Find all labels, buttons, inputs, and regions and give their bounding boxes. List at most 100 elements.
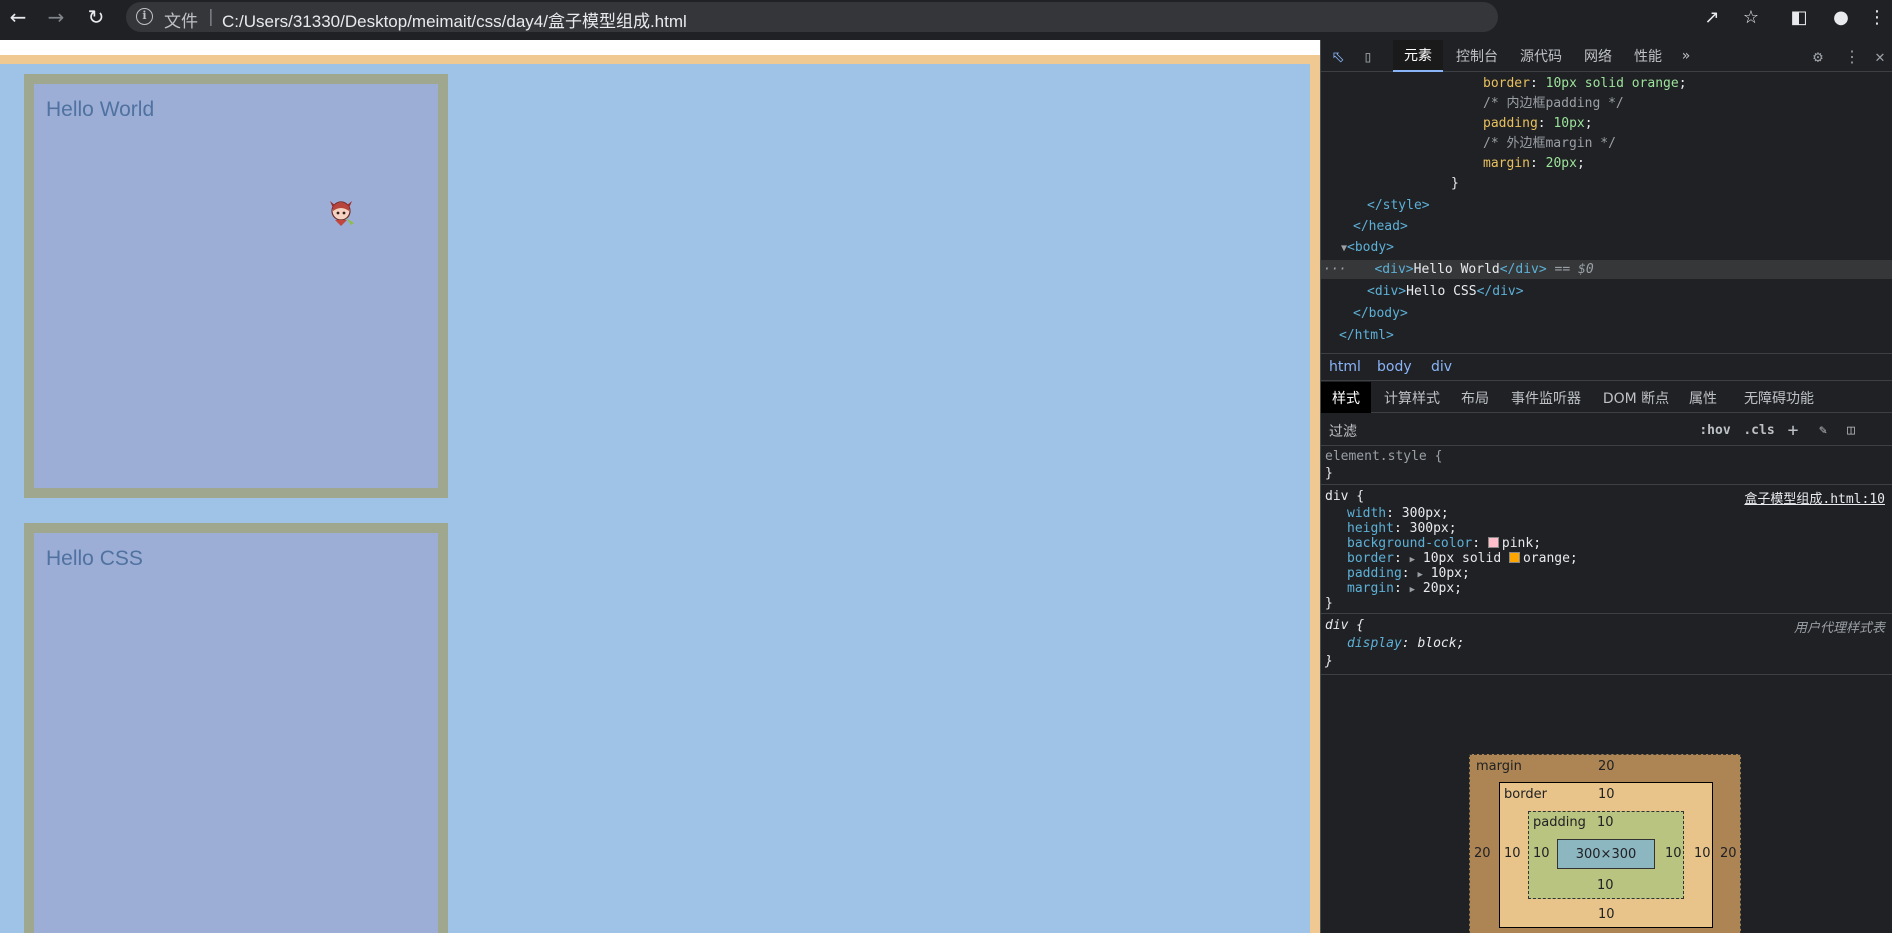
address-bar[interactable]: i 文件 | C:/Users/31330/Desktop/meimait/cs…	[126, 2, 1498, 32]
content-size[interactable]: 300×300	[1576, 847, 1637, 862]
menu-kebab-icon[interactable]: ⋮	[1862, 0, 1892, 34]
pink-swatch-icon[interactable]	[1487, 537, 1499, 548]
div-text: Hello CSS	[1406, 284, 1477, 299]
expand-triangle-icon[interactable]: ▶	[1417, 570, 1422, 580]
bookmark-star-icon[interactable]: ☆	[1736, 0, 1766, 34]
brace: }	[1451, 176, 1459, 191]
tab-accessibility[interactable]: 无障碍功能	[1729, 382, 1829, 413]
code-line[interactable]: margin: 20px;	[1321, 154, 1892, 173]
code-line[interactable]: /* 内边框padding */	[1321, 94, 1892, 113]
hello-world-text: Hello World	[46, 98, 155, 121]
settings-gear-icon[interactable]: ⚙	[1805, 44, 1831, 68]
breadcrumb-div[interactable]: div	[1431, 359, 1452, 375]
tab-console[interactable]: 控制台	[1447, 40, 1507, 72]
tab-sources[interactable]: 源代码	[1511, 40, 1571, 72]
rule-close: }	[1325, 466, 1333, 481]
css-prop: padding	[1483, 116, 1538, 131]
devtools-menu-icon[interactable]: ⋮	[1839, 44, 1865, 68]
tab-event-listeners[interactable]: 事件监听器	[1501, 382, 1591, 413]
code-line[interactable]: </head>	[1321, 217, 1892, 236]
css-comment: /* 内边框padding */	[1483, 96, 1624, 111]
padding-right-value[interactable]: 10	[1665, 846, 1682, 861]
more-tabs-icon[interactable]: »	[1673, 40, 1699, 72]
html-close-tag: </html>	[1339, 328, 1394, 343]
box-model-margin[interactable]: margin 20 20 20 border 10 10 10 10 paddi…	[1469, 754, 1741, 933]
tab-properties[interactable]: 属性	[1681, 382, 1725, 413]
hov-toggle[interactable]: :hov	[1695, 420, 1735, 440]
border-top-value[interactable]: 10	[1598, 787, 1615, 802]
tab-layout[interactable]: 布局	[1453, 382, 1497, 413]
breadcrumb-body[interactable]: body	[1377, 359, 1412, 375]
decl-val: 10px;	[1430, 566, 1470, 581]
back-arrow-icon[interactable]: ←	[4, 0, 32, 34]
orange-swatch-icon[interactable]	[1508, 552, 1520, 563]
rule-source-link[interactable]: 盒子模型组成.html:10	[1744, 488, 1885, 507]
profile-avatar-icon[interactable]: ●	[1826, 0, 1856, 34]
expand-triangle-icon[interactable]: ▶	[1410, 555, 1415, 565]
selected-div-line[interactable]: ··· <div>Hello World</div> == $0	[1321, 260, 1892, 279]
expand-triangle-icon[interactable]: ▶	[1410, 585, 1415, 595]
hello-css-box: Hello CSS	[24, 523, 448, 933]
body-open-line[interactable]: ▼<body>	[1321, 238, 1892, 257]
border-left-value[interactable]: 10	[1504, 846, 1521, 861]
forward-arrow-icon[interactable]: →	[42, 0, 70, 34]
rule-close: }	[1325, 654, 1333, 669]
info-icon[interactable]: i	[136, 8, 153, 25]
styles-subtabs: 样式 计算样式 布局 事件监听器 DOM 断点 属性 无障碍功能	[1321, 382, 1892, 413]
tab-performance[interactable]: 性能	[1625, 40, 1671, 72]
code-line[interactable]: </body>	[1321, 304, 1892, 323]
inspect-element-icon[interactable]: ⬁	[1325, 44, 1351, 68]
decl-prop: padding	[1347, 566, 1402, 581]
css-comment: /* 外边框margin */	[1483, 136, 1616, 151]
padding-left-value[interactable]: 10	[1533, 846, 1550, 861]
box-model-content[interactable]: 300×300	[1557, 839, 1655, 869]
device-toolbar-icon[interactable]: ▯	[1355, 44, 1381, 68]
decl-val: 10px solid orange;	[1423, 551, 1578, 566]
code-line[interactable]: padding: 10px;	[1321, 114, 1892, 133]
rule-selector[interactable]: div {	[1325, 488, 1364, 506]
css-declaration[interactable]: margin: ▶ 20px;	[1347, 580, 1462, 598]
page-viewport: Hello World Hello CSS	[0, 40, 1320, 933]
tab-styles[interactable]: 样式	[1321, 382, 1371, 413]
margin-left-value[interactable]: 20	[1474, 846, 1491, 861]
code-line[interactable]: </html>	[1321, 326, 1892, 345]
url-text[interactable]: C:/Users/31330/Desktop/meimait/css/day4/…	[222, 7, 687, 32]
code-line[interactable]: </style>	[1321, 196, 1892, 215]
paint-brush-icon[interactable]: ✎	[1811, 420, 1835, 440]
cls-toggle[interactable]: .cls	[1741, 420, 1777, 440]
hello-world-box: Hello World	[24, 74, 448, 498]
rule-selector[interactable]: element.style {	[1325, 448, 1442, 466]
border-label: border	[1504, 787, 1547, 802]
border-right-value[interactable]: 10	[1694, 846, 1711, 861]
cursor-sprite-icon	[330, 201, 354, 226]
breadcrumb-html[interactable]: html	[1329, 359, 1361, 375]
new-rule-plus-icon[interactable]: +	[1781, 420, 1805, 441]
share-icon[interactable]: ↗	[1697, 0, 1727, 34]
code-line[interactable]: /* 外边框margin */	[1321, 134, 1892, 153]
decl-val: block;	[1417, 636, 1465, 651]
border-bottom-value[interactable]: 10	[1598, 907, 1615, 922]
side-panel-icon[interactable]: ◧	[1784, 0, 1814, 34]
div-line[interactable]: <div>Hello CSS</div>	[1321, 282, 1892, 301]
filter-input[interactable]: 过滤	[1329, 421, 1357, 441]
decl-val: 20px;	[1422, 581, 1463, 596]
code-line[interactable]: }	[1321, 174, 1892, 193]
code-line[interactable]: border: 10px solid orange;	[1321, 74, 1892, 93]
margin-right-value[interactable]: 20	[1720, 846, 1737, 861]
tab-computed[interactable]: 计算样式	[1375, 382, 1449, 413]
margin-top-value[interactable]: 20	[1598, 759, 1615, 774]
ellipsis-icon[interactable]: ···	[1321, 262, 1346, 277]
head-close-tag: </head>	[1353, 219, 1408, 234]
css-val: 10px solid orange	[1545, 76, 1679, 91]
padding-top-value[interactable]: 10	[1597, 815, 1614, 830]
reload-icon[interactable]: ↻	[82, 0, 110, 34]
padding-bottom-value[interactable]: 10	[1597, 878, 1614, 893]
box-model-diagram: margin 20 20 20 border 10 10 10 10 paddi…	[1469, 754, 1741, 933]
decl-prop: height	[1347, 521, 1394, 536]
tab-network[interactable]: 网络	[1575, 40, 1621, 72]
tab-elements[interactable]: 元素	[1393, 40, 1443, 72]
toggle-sidebar-icon[interactable]: ◫	[1839, 420, 1863, 440]
close-devtools-icon[interactable]: ✕	[1867, 44, 1892, 68]
tab-dom-breakpoints[interactable]: DOM 断点	[1595, 382, 1677, 413]
decl-prop: width	[1347, 506, 1387, 521]
